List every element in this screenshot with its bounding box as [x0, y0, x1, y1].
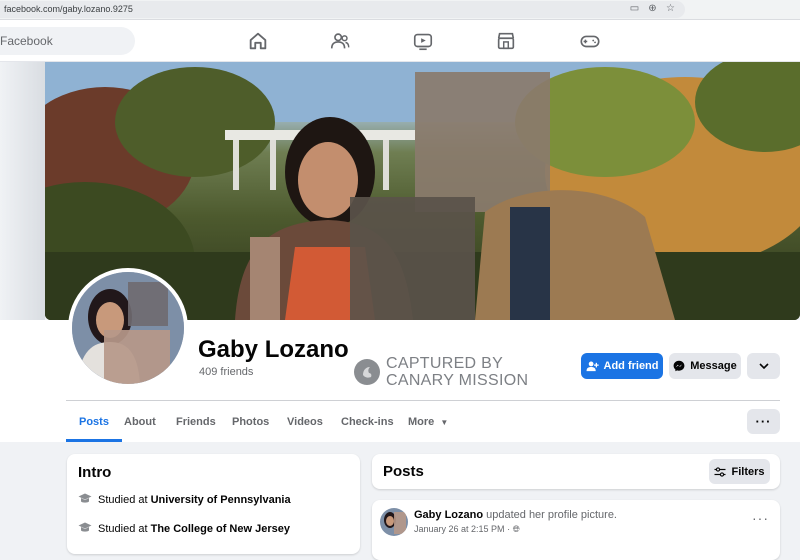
post-date[interactable]: January 26 at 2:15 PM [414, 524, 505, 534]
tab-more[interactable]: More ▼ [408, 402, 448, 442]
watch-icon[interactable] [412, 30, 434, 52]
home-icon[interactable] [247, 30, 269, 52]
tab-posts-label: Posts [79, 416, 109, 428]
posts-title: Posts [383, 463, 424, 480]
add-friend-button[interactable]: Add friend [581, 353, 663, 379]
intro-item-prefix: Studied at [98, 522, 151, 535]
intro-item: Studied at University of Pennsylvania [78, 493, 291, 507]
browser-address-bar: facebook.com/gaby.lozano.9275 ▭ ⊕ ☆ [0, 0, 800, 20]
tab-about-label: About [124, 416, 156, 428]
messenger-icon [673, 360, 685, 372]
gaming-icon[interactable] [579, 30, 601, 52]
intro-item-prefix: Studied at [98, 493, 151, 506]
tab-videos[interactable]: Videos [287, 402, 323, 442]
tab-friends-label: Friends [176, 416, 216, 428]
message-button[interactable]: Message [669, 353, 741, 379]
canary-logo-icon [354, 359, 380, 385]
search-text: Facebook [0, 34, 53, 48]
tabs-more-button[interactable]: ··· [747, 409, 780, 434]
url-text: facebook.com/gaby.lozano.9275 [4, 4, 133, 14]
canary-mission-stamp: CAPTURED BY CANARY MISSION [354, 355, 534, 389]
add-friend-icon [586, 361, 599, 371]
tab-videos-label: Videos [287, 416, 323, 428]
post-options-icon[interactable]: ··· [752, 510, 769, 526]
star-icon[interactable]: ☆ [665, 3, 676, 14]
intro-item-school[interactable]: University of Pennsylvania [151, 494, 291, 506]
post-headline: Gaby Lozano updated her profile picture. [414, 509, 617, 521]
post-action-text: updated her profile picture. [486, 509, 617, 521]
graduation-cap-icon [78, 493, 92, 507]
more-options-button[interactable] [747, 353, 780, 379]
cover-side-fade [0, 62, 45, 320]
friends-count[interactable]: 409 friends [199, 366, 253, 378]
intro-item: Studied at The College of New Jersey [78, 522, 290, 536]
ellipsis-icon: ··· [755, 414, 772, 429]
cast-icon[interactable]: ▭ [629, 3, 640, 14]
friends-icon[interactable] [329, 30, 351, 52]
tab-friends[interactable]: Friends [176, 402, 216, 442]
post-meta: January 26 at 2:15 PM · 🌐︎ [414, 524, 520, 535]
tab-more-label: More [408, 416, 435, 428]
posts-header-card: Posts Filters [372, 454, 780, 489]
filters-label: Filters [731, 465, 765, 478]
tab-photos-label: Photos [232, 416, 270, 428]
caret-down-icon: ▼ [440, 418, 449, 427]
stamp-line-2: CANARY MISSION [386, 372, 529, 389]
tab-checkins[interactable]: Check-ins [341, 402, 394, 442]
search-bar[interactable]: Facebook [0, 27, 135, 55]
intro-item-school[interactable]: The College of New Jersey [151, 523, 290, 535]
add-friend-label: Add friend [603, 360, 659, 372]
tab-photos[interactable]: Photos [232, 402, 269, 442]
message-label: Message [690, 360, 737, 372]
profile-picture[interactable] [68, 268, 188, 388]
intro-title: Intro [78, 464, 112, 481]
post-author-avatar[interactable] [380, 508, 408, 536]
intro-card: Intro Studied at University of Pennsylva… [67, 454, 360, 554]
avatar-image [72, 272, 184, 384]
tab-posts[interactable]: Posts [66, 402, 122, 442]
facebook-top-nav: Facebook [0, 20, 800, 62]
tab-about[interactable]: About [124, 402, 156, 442]
profile-divider [66, 400, 780, 401]
filters-icon [714, 466, 726, 477]
filters-button[interactable]: Filters [709, 459, 770, 484]
globe-icon: 🌐︎ [512, 524, 520, 534]
marketplace-icon[interactable] [495, 30, 517, 52]
graduation-cap-icon [78, 522, 92, 536]
post-card: Gaby Lozano updated her profile picture.… [372, 500, 780, 560]
chevron-down-icon [758, 363, 769, 369]
zoom-icon[interactable]: ⊕ [647, 3, 658, 14]
stamp-line-1: CAPTURED BY [386, 355, 504, 372]
profile-name: Gaby Lozano [198, 336, 349, 363]
post-author-name[interactable]: Gaby Lozano [414, 509, 483, 521]
url-field[interactable]: facebook.com/gaby.lozano.9275 [0, 1, 685, 18]
tab-checkins-label: Check-ins [341, 416, 394, 428]
